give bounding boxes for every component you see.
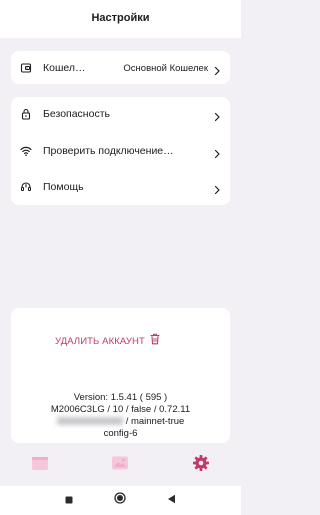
chevron-right-icon bbox=[213, 63, 221, 76]
wallet-tab-icon bbox=[31, 455, 49, 476]
settings-menu-card: Безопасность Проверить подключение… Помо… bbox=[11, 97, 230, 205]
delete-account-label: УДАЛИТЬ АККАУНТ bbox=[55, 335, 145, 347]
config-line: config-6 bbox=[103, 428, 138, 439]
version-line: Version: 1.5.41 ( 595 ) bbox=[73, 392, 168, 403]
redacted-text bbox=[56, 417, 123, 426]
chevron-right-icon bbox=[213, 109, 221, 122]
home-icon bbox=[114, 491, 126, 509]
wifi-icon bbox=[20, 145, 32, 157]
wallet-row[interactable]: Кошел… Основной Кошелек bbox=[11, 54, 230, 82]
wallet-value: Основной Кошелек bbox=[123, 62, 208, 74]
device-info-line: M2006C3LG / 10 / false / 0.72.11 bbox=[50, 404, 191, 415]
menu-item-connection[interactable]: Проверить подключение… bbox=[11, 137, 230, 165]
menu-item-security[interactable]: Безопасность bbox=[11, 100, 230, 128]
recent-apps-button[interactable] bbox=[63, 494, 75, 506]
headset-icon bbox=[20, 181, 32, 193]
recent-apps-icon bbox=[65, 491, 73, 509]
system-navigation-bar bbox=[0, 486, 241, 515]
tab-gallery[interactable] bbox=[110, 456, 130, 474]
lock-icon bbox=[20, 108, 32, 120]
app-header: Настройки bbox=[0, 0, 241, 38]
chevron-right-icon bbox=[213, 182, 221, 195]
tab-settings[interactable] bbox=[191, 454, 211, 477]
wallet-icon bbox=[20, 62, 32, 74]
tab-wallet[interactable] bbox=[30, 456, 50, 474]
trash-icon bbox=[150, 332, 160, 350]
wallet-label: Кошел… bbox=[43, 62, 86, 74]
settings-screen: Настройки Кошел… Основной Кошелек Безопа… bbox=[0, 0, 241, 515]
page-title: Настройки bbox=[91, 11, 150, 24]
delete-account-button[interactable]: УДАЛИТЬ АККАУНТ bbox=[55, 333, 160, 349]
menu-item-label: Проверить подключение… bbox=[43, 145, 174, 157]
network-info-line: / mainnet-true bbox=[11, 416, 230, 428]
chevron-right-icon bbox=[213, 146, 221, 159]
menu-item-label: Безопасность bbox=[43, 108, 110, 120]
wallet-card: Кошел… Основной Кошелек bbox=[11, 51, 230, 84]
gallery-tab-icon bbox=[111, 455, 129, 476]
menu-item-help[interactable]: Помощь bbox=[11, 173, 230, 201]
bottom-tab-bar bbox=[0, 446, 241, 486]
back-button[interactable] bbox=[165, 494, 177, 506]
back-icon bbox=[167, 491, 176, 509]
settings-tab-icon bbox=[192, 454, 210, 477]
network-info-text: / mainnet-true bbox=[125, 416, 185, 427]
menu-item-label: Помощь bbox=[43, 181, 84, 193]
home-button[interactable] bbox=[114, 491, 126, 509]
